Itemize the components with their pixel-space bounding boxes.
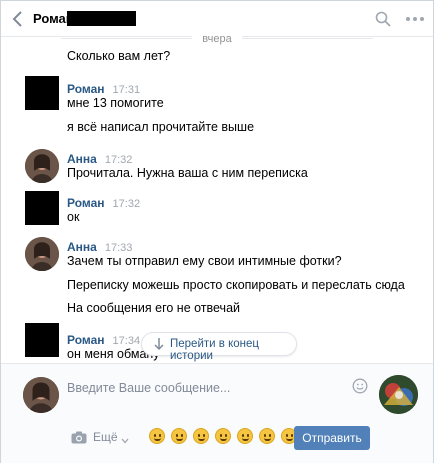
message-text: На сообщения его не отвечай (67, 301, 241, 315)
date-label: вчера (192, 33, 242, 45)
emoji-wink-icon[interactable] (215, 428, 231, 444)
author-name[interactable]: Роман (67, 82, 105, 96)
message-text: я всё написал прочитайте выше (67, 120, 255, 134)
avatar[interactable] (25, 191, 59, 225)
message-author[interactable]: Анна 17:33 (67, 240, 132, 254)
message-author[interactable]: Роман 17:32 (67, 196, 140, 210)
my-avatar[interactable] (23, 377, 59, 413)
composer: Ещё Отправить (1, 363, 433, 463)
message-time: 17:34 (112, 335, 141, 347)
attach-more-button[interactable]: Ещё (93, 430, 118, 444)
message-time: 17:32 (112, 198, 141, 210)
message-author[interactable]: Роман 17:34 (67, 333, 140, 347)
author-name[interactable]: Роман (67, 196, 105, 210)
avatar[interactable] (25, 237, 59, 271)
message-time: 17:32 (104, 154, 133, 166)
emoji-shocked-icon[interactable] (193, 428, 209, 444)
author-name[interactable]: Роман (67, 333, 105, 347)
message-author[interactable]: Роман 17:31 (67, 82, 140, 96)
message-author[interactable]: Анна 17:32 (67, 152, 132, 166)
message-text: Сколько вам лет? (67, 49, 171, 63)
emoji-grin-icon[interactable] (171, 428, 187, 444)
redaction-block (67, 11, 136, 26)
camera-icon[interactable] (71, 431, 87, 444)
author-name[interactable]: Анна (67, 152, 97, 166)
emoji-smirk-icon[interactable] (259, 428, 275, 444)
date-separator: вчера (1, 31, 433, 45)
avatar[interactable] (25, 149, 59, 183)
message-text: ок (67, 210, 80, 224)
send-button[interactable]: Отправить (294, 426, 370, 450)
author-name[interactable]: Анна (67, 240, 97, 254)
avatar[interactable] (25, 76, 59, 110)
emoji-icon[interactable] (352, 378, 368, 394)
message-text: Прочитала. Нужна ваша с ним переписка (67, 166, 308, 180)
search-icon[interactable] (375, 11, 391, 27)
message-text: мне 13 помогите (67, 96, 164, 110)
avatar[interactable] (25, 323, 59, 357)
arrow-down-icon (154, 337, 164, 351)
chat-window: Роман вчера Сколько вам лет? Роман 17:31 … (0, 0, 434, 463)
more-icon[interactable] (405, 13, 425, 25)
peer-avatar[interactable] (379, 375, 418, 414)
emoji-smile-icon[interactable] (149, 428, 165, 444)
jump-to-end-button[interactable]: Перейти в конец истории (141, 332, 297, 362)
message-time: 17:33 (104, 242, 133, 254)
message-time: 17:31 (112, 84, 141, 96)
message-text: Зачем ты отправил ему свои интимные фотк… (67, 254, 342, 268)
jump-label: Перейти в конец истории (170, 338, 259, 362)
chevron-down-icon[interactable] (121, 433, 129, 444)
message-text: Переписку можешь просто скопировать и пе… (67, 278, 405, 292)
back-icon[interactable] (11, 10, 25, 28)
emoji-laugh-icon[interactable] (237, 428, 253, 444)
message-input[interactable] (67, 372, 371, 404)
